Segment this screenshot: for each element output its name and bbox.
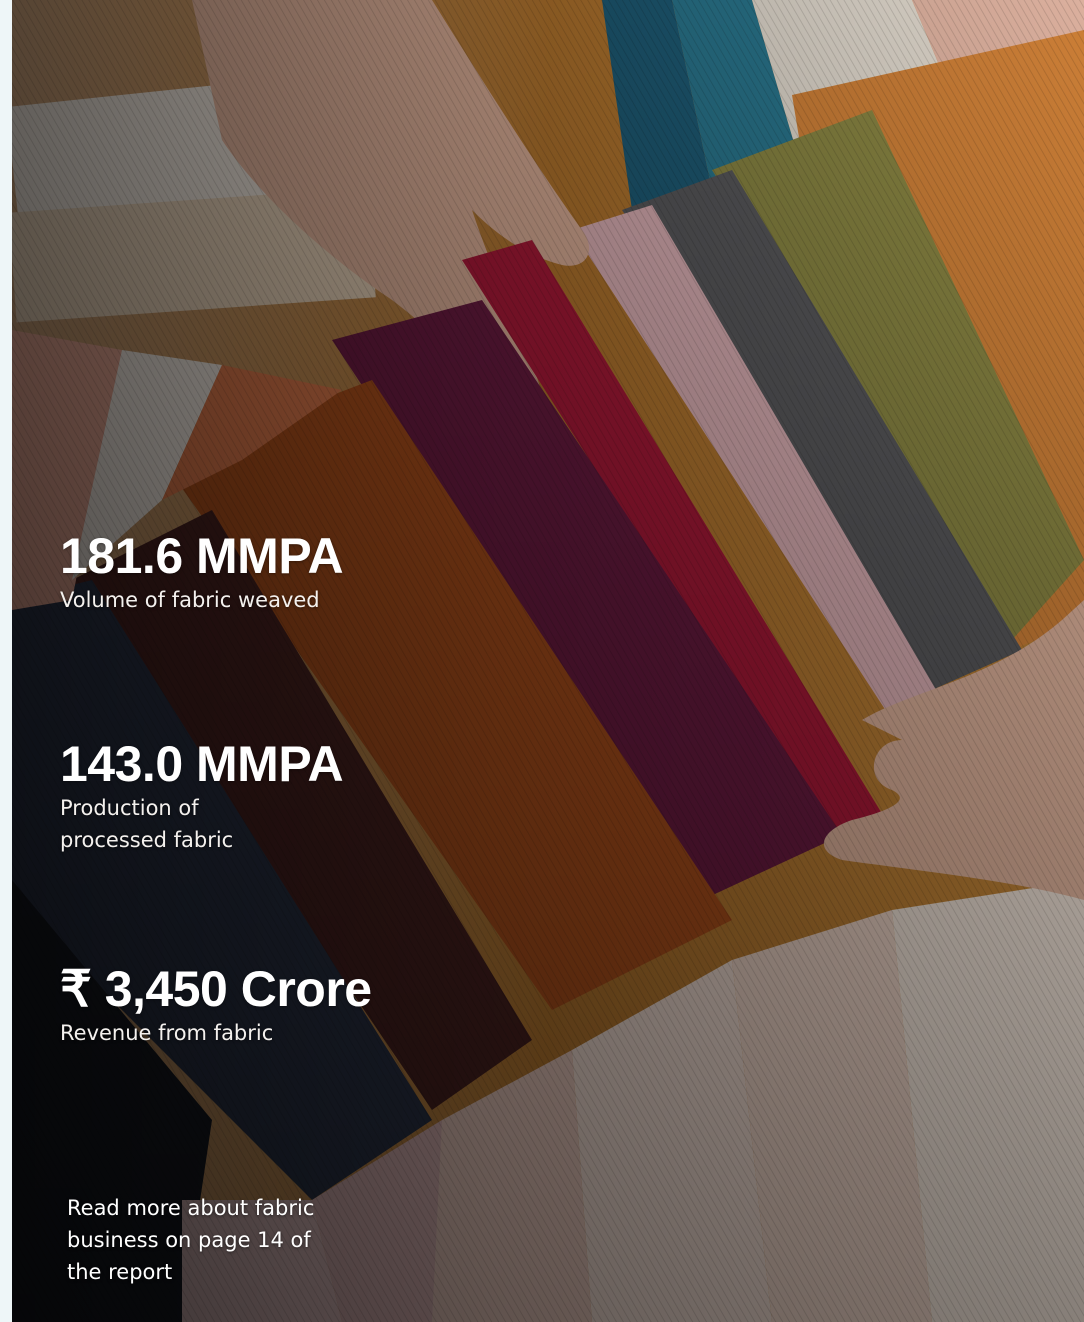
stat-value: ₹ 3,450 Crore (60, 961, 372, 1017)
fabric-swatches-photo (12, 0, 1084, 1322)
stat-fabric-revenue: ₹ 3,450 Crore Revenue from fabric (60, 963, 372, 1049)
stat-processed-fabric: 143.0 MMPA Production of processed fabri… (60, 736, 344, 856)
stat-label: Revenue from fabric (60, 1021, 274, 1045)
stat-label: Volume of fabric weaved (60, 588, 320, 612)
stat-value: 181.6 MMPA (60, 528, 344, 584)
stat-value: 143.0 MMPA (60, 736, 344, 792)
fabric-panel: 181.6 MMPA Volume of fabric weaved 143.0… (12, 0, 1084, 1322)
stat-label: Production of processed fabric (60, 796, 234, 852)
read-more-note: Read more about fabric business on page … (67, 1196, 315, 1284)
stat-fabric-volume: 181.6 MMPA Volume of fabric weaved (60, 528, 344, 616)
